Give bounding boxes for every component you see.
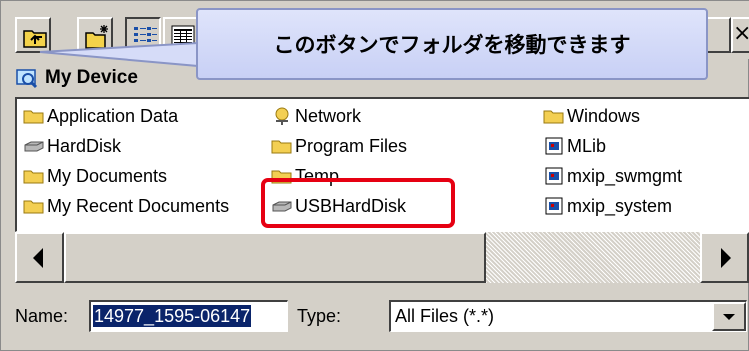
file-icon xyxy=(545,197,563,215)
close-icon: × xyxy=(733,21,749,46)
highlight-box xyxy=(261,178,455,228)
file-name: MLib xyxy=(567,135,607,156)
arrow-left-icon xyxy=(33,248,43,268)
type-select[interactable]: All Files (*.*) xyxy=(389,300,747,332)
file-name: My Recent Documents xyxy=(47,195,230,216)
scroll-left-button[interactable] xyxy=(15,232,64,283)
list-item-my-documents[interactable]: My Documents xyxy=(23,164,167,188)
scroll-right-button[interactable] xyxy=(700,232,749,283)
scrollbar-track[interactable] xyxy=(64,232,700,283)
bottom-bar: Name: 14977_1595-06147 Type: All Files (… xyxy=(1,297,749,337)
file-name: Network xyxy=(295,105,362,126)
folder-icon xyxy=(271,140,292,154)
horizontal-scrollbar[interactable] xyxy=(15,232,749,283)
arrow-right-icon xyxy=(721,248,731,268)
list-item-my-recent-documents[interactable]: My Recent Documents xyxy=(23,194,229,218)
type-label: Type: xyxy=(297,306,342,326)
folder-icon xyxy=(23,200,44,214)
list-item-mxip-swmgmt[interactable]: mxip_swmgmt xyxy=(543,164,682,188)
chevron-down-icon xyxy=(723,314,735,320)
name-value: 14977_1595-06147 xyxy=(93,305,252,327)
scrollbar-thumb[interactable] xyxy=(64,232,486,283)
drive-icon xyxy=(24,141,44,152)
file-icon xyxy=(545,137,563,155)
network-icon xyxy=(275,107,289,125)
list-item-harddisk[interactable]: HardDisk xyxy=(23,134,121,158)
file-name: My Documents xyxy=(47,165,168,186)
name-label: Name: xyxy=(15,306,69,326)
list-item-windows[interactable]: Windows xyxy=(543,104,640,128)
file-name: Program Files xyxy=(295,135,408,156)
callout-tooltip: このボタンでフォルダを移動できます xyxy=(196,8,708,80)
list-item-mxip-system[interactable]: mxip_system xyxy=(543,194,672,218)
file-name: mxip_system xyxy=(567,195,673,216)
list-item-program-files[interactable]: Program Files xyxy=(271,134,407,158)
folder-icon xyxy=(23,170,44,184)
type-dropdown-button[interactable] xyxy=(712,302,746,331)
folder-icon xyxy=(543,110,564,124)
file-icon xyxy=(545,167,563,185)
list-item-application-data[interactable]: Application Data xyxy=(23,104,178,128)
file-name: Application Data xyxy=(47,105,179,126)
file-name: HardDisk xyxy=(47,135,122,156)
name-field[interactable]: 14977_1595-06147 xyxy=(89,300,288,332)
folder-icon xyxy=(23,110,44,124)
close-button[interactable]: × xyxy=(731,17,749,53)
device-icon xyxy=(16,69,38,89)
type-value: All Files (*.*) xyxy=(395,306,495,326)
file-name: mxip_swmgmt xyxy=(567,165,683,186)
list-item-mlib[interactable]: MLib xyxy=(543,134,606,158)
scrollbar-track-pattern xyxy=(486,232,700,283)
callout-text: このボタンでフォルダを移動できます xyxy=(273,33,631,57)
file-name: Windows xyxy=(567,105,641,126)
list-item-network[interactable]: Network xyxy=(271,104,361,128)
